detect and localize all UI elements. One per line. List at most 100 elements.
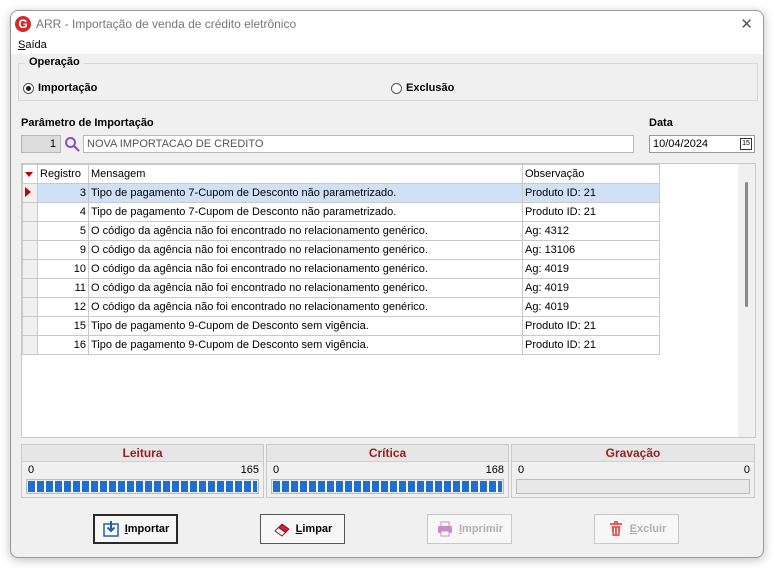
row-indicator bbox=[22, 316, 38, 336]
table-row[interactable]: 3 Tipo de pagamento 7-Cupom de Desconto … bbox=[22, 183, 660, 203]
row-indicator bbox=[22, 278, 38, 298]
cell-observacao: Ag: 13106 bbox=[522, 240, 660, 260]
progress-gravacao: Gravação 0 0 bbox=[511, 444, 755, 498]
operacao-group: Operação Importação Exclusão bbox=[18, 56, 758, 101]
header-registro[interactable]: Registro bbox=[37, 164, 89, 184]
parametro-code-field[interactable]: 1 bbox=[21, 135, 61, 153]
row-pointer-icon bbox=[25, 186, 31, 197]
progress-leitura: Leitura 0 165 bbox=[21, 444, 264, 498]
radio-importacao-indicator[interactable] bbox=[23, 82, 34, 94]
row-indicator bbox=[22, 221, 38, 241]
cell-mensagem: O código da agência não foi encontrado n… bbox=[88, 259, 523, 279]
cell-mensagem: Tipo de pagamento 9-Cupom de Desconto se… bbox=[88, 316, 523, 336]
header-mensagem[interactable]: Mensagem bbox=[88, 164, 523, 184]
row-indicator bbox=[22, 259, 38, 279]
cell-observacao: Ag: 4312 bbox=[522, 221, 660, 241]
menu-saida[interactable]: Saída bbox=[18, 39, 47, 51]
limpar-button[interactable]: Limpar bbox=[260, 514, 345, 544]
table-row[interactable]: 9 O código da agência não foi encontrado… bbox=[22, 240, 660, 260]
imprimir-label: Imprimir bbox=[459, 523, 503, 535]
data-label: Data bbox=[649, 117, 673, 129]
sort-indicator-cell[interactable] bbox=[22, 164, 38, 184]
cell-registro: 10 bbox=[37, 259, 89, 279]
cell-registro: 4 bbox=[37, 202, 89, 222]
scrollbar-thumb[interactable] bbox=[745, 182, 748, 307]
cell-observacao: Ag: 4019 bbox=[522, 278, 660, 298]
progress-leitura-min: 0 bbox=[28, 464, 35, 476]
progress-gravacao-min: 0 bbox=[518, 464, 525, 476]
excluir-button[interactable]: Excluir bbox=[594, 514, 679, 544]
import-icon bbox=[102, 521, 119, 537]
cell-registro: 9 bbox=[37, 240, 89, 260]
cell-registro: 16 bbox=[37, 335, 89, 355]
limpar-label: Limpar bbox=[296, 523, 333, 535]
cell-mensagem: Tipo de pagamento 7-Cupom de Desconto nã… bbox=[88, 183, 523, 203]
table-row[interactable]: 4 Tipo de pagamento 7-Cupom de Desconto … bbox=[22, 202, 660, 222]
progress-critica-min: 0 bbox=[273, 464, 280, 476]
sort-arrow-icon bbox=[25, 172, 33, 177]
excluir-mnemonic: E bbox=[629, 523, 637, 535]
cell-observacao: Produto ID: 21 bbox=[522, 202, 660, 222]
row-indicator bbox=[22, 297, 38, 317]
log-table: Registro Mensagem Observação 3 Tipo de p… bbox=[22, 164, 660, 355]
radio-exclusao[interactable]: Exclusão bbox=[391, 82, 454, 94]
table-header-row: Registro Mensagem Observação bbox=[22, 164, 660, 184]
cell-registro: 11 bbox=[37, 278, 89, 298]
radio-exclusao-label: Exclusão bbox=[406, 82, 455, 94]
cell-registro: 15 bbox=[37, 316, 89, 336]
excluir-label: Excluir bbox=[630, 523, 667, 535]
table-row[interactable]: 10 O código da agência não foi encontrad… bbox=[22, 259, 660, 279]
cell-registro: 5 bbox=[37, 221, 89, 241]
cell-mensagem: O código da agência não foi encontrado n… bbox=[88, 297, 523, 317]
progress-gravacao-bar bbox=[516, 479, 750, 494]
cell-mensagem: Tipo de pagamento 7-Cupom de Desconto nã… bbox=[88, 202, 523, 222]
app-logo-icon: G bbox=[15, 16, 31, 32]
date-field[interactable]: 10/04/2024 15 bbox=[649, 135, 755, 153]
row-indicator bbox=[22, 202, 38, 222]
vertical-scrollbar[interactable] bbox=[738, 164, 755, 437]
trash-icon bbox=[609, 521, 622, 536]
cell-mensagem: O código da agência não foi encontrado n… bbox=[88, 240, 523, 260]
cell-mensagem: Tipo de pagamento 9-Cupom de Desconto se… bbox=[88, 335, 523, 355]
table-row[interactable]: 11 O código da agência não foi encontrad… bbox=[22, 278, 660, 298]
progress-leitura-title: Leitura bbox=[22, 445, 263, 462]
imprimir-label-rest: mprimir bbox=[462, 523, 504, 535]
imprimir-button[interactable]: Imprimir bbox=[427, 514, 512, 544]
printer-icon bbox=[437, 521, 452, 537]
menu-bar: Saída bbox=[11, 37, 763, 54]
search-icon[interactable] bbox=[63, 135, 81, 153]
window-title: ARR - Importação de venda de crédito ele… bbox=[36, 17, 297, 31]
progress-gravacao-title: Gravação bbox=[512, 445, 754, 462]
table-row[interactable]: 16 Tipo de pagamento 9-Cupom de Desconto… bbox=[22, 335, 660, 355]
parametro-description-field[interactable] bbox=[83, 135, 634, 153]
progress-leitura-bar bbox=[26, 479, 259, 494]
cell-observacao: Ag: 4019 bbox=[522, 297, 660, 317]
date-value: 10/04/2024 bbox=[653, 138, 709, 150]
excluir-label-rest: xcluir bbox=[636, 523, 667, 535]
header-observacao[interactable]: Observação bbox=[522, 164, 660, 184]
progress-critica-title: Crítica bbox=[267, 445, 508, 462]
progress-leitura-fill bbox=[28, 481, 257, 492]
table-row[interactable]: 15 Tipo de pagamento 9-Cupom de Desconto… bbox=[22, 316, 660, 336]
row-indicator bbox=[22, 335, 38, 355]
radio-exclusao-indicator[interactable] bbox=[391, 82, 402, 94]
radio-importacao-label: Importação bbox=[38, 82, 98, 94]
menu-saida-label: aída bbox=[25, 39, 47, 51]
cell-observacao: Ag: 4019 bbox=[522, 259, 660, 279]
importar-button[interactable]: Importar bbox=[93, 514, 178, 544]
cell-observacao: Produto ID: 21 bbox=[522, 335, 660, 355]
progress-critica: Crítica 0 168 bbox=[266, 444, 509, 498]
row-indicator bbox=[22, 183, 38, 203]
cell-mensagem: O código da agência não foi encontrado n… bbox=[88, 278, 523, 298]
operacao-legend: Operação bbox=[25, 56, 84, 68]
table-row[interactable]: 5 O código da agência não foi encontrado… bbox=[22, 221, 660, 241]
close-icon[interactable]: ✕ bbox=[740, 15, 753, 33]
table-row[interactable]: 12 O código da agência não foi encontrad… bbox=[22, 297, 660, 317]
calendar-icon[interactable]: 15 bbox=[740, 138, 752, 150]
cell-registro: 12 bbox=[37, 297, 89, 317]
eraser-icon bbox=[274, 523, 290, 537]
limpar-label-rest: impar bbox=[302, 523, 333, 535]
cell-registro: 3 bbox=[37, 183, 89, 203]
row-indicator bbox=[22, 240, 38, 260]
radio-importacao[interactable]: Importação bbox=[23, 82, 97, 94]
